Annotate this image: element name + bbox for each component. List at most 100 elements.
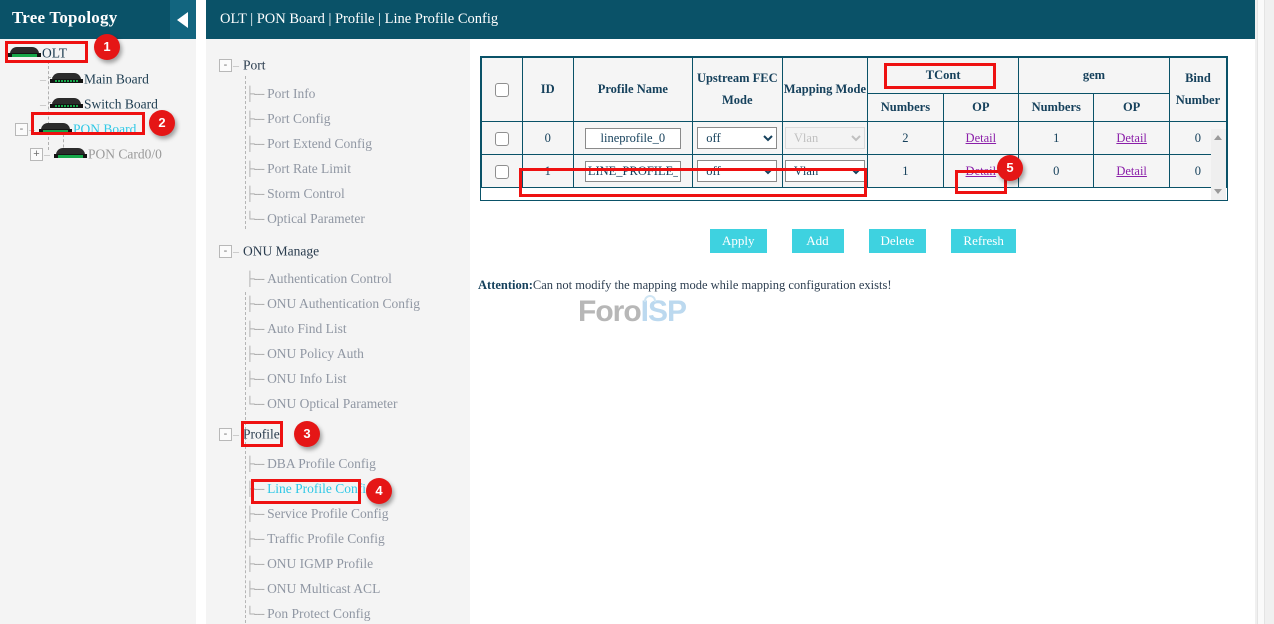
nav-item-service-profile-config[interactable]: ├---Service Profile Config	[245, 506, 389, 522]
watermark-part1: Foro	[578, 295, 641, 328]
col-header-id: ID	[522, 58, 573, 122]
nav-leaf-dashes: ├---	[245, 271, 264, 286]
delete-button[interactable]: Delete	[869, 229, 927, 253]
nav-item-label: DBA Profile Config	[267, 456, 376, 471]
nav-item-port-config[interactable]: ├---Port Config	[245, 111, 330, 127]
nav-group-onu-manage[interactable]: -– ONU Manage	[219, 242, 319, 260]
tree-expander-collapse[interactable]: -	[15, 123, 28, 136]
nav-group-label: Port	[243, 57, 266, 72]
cell-tcont-op[interactable]: Detail	[943, 122, 1018, 155]
refresh-button[interactable]: Refresh	[951, 229, 1015, 253]
row-checkbox[interactable]	[495, 132, 509, 146]
table-vertical-scrollbar[interactable]	[1211, 129, 1226, 200]
nav-item-onu-policy-auth[interactable]: ├---ONU Policy Auth	[245, 346, 364, 362]
row-select-cell[interactable]	[482, 155, 523, 188]
upstream-fec-select[interactable]: off	[697, 160, 777, 182]
tree-node-olt[interactable]: OLT	[8, 44, 67, 66]
tree-node-main-board[interactable]: – Main Board	[40, 70, 149, 92]
line-profile-table-container: ID Profile Name Upstream FEC Mode Mappin…	[480, 56, 1228, 201]
nav-item-label: Pon Protect Config	[267, 606, 371, 621]
nav-item-onu-info-list[interactable]: ├---ONU Info List	[245, 371, 347, 387]
tcont-detail-link[interactable]: Detail	[966, 131, 997, 145]
nav-leaf-dashes: ├---	[245, 581, 264, 596]
nav-leaf-dashes: ├---	[245, 531, 264, 546]
nav-expander[interactable]: -	[219, 245, 232, 258]
tree-expander-expand[interactable]: +	[30, 148, 43, 161]
nav-leaf-dashes: └---	[245, 606, 264, 621]
sidebar-collapse-button[interactable]	[170, 0, 196, 39]
row-checkbox[interactable]	[495, 165, 509, 179]
attention-label: Attention:	[478, 278, 533, 292]
tree-node-pon-card[interactable]: +– PON Card0/0	[30, 145, 162, 167]
add-button[interactable]: Add	[792, 229, 844, 253]
cell-gem-op[interactable]: Detail	[1094, 122, 1169, 155]
cell-mapping-mode: Vlan	[782, 155, 868, 188]
gem-detail-link[interactable]: Detail	[1116, 164, 1147, 178]
tree-node-switch-board[interactable]: – Switch Board	[40, 95, 158, 117]
mapping-mode-select[interactable]: Vlan	[785, 160, 865, 182]
nav-item-label: ONU Multicast ACL	[267, 581, 380, 596]
caret-up-icon[interactable]	[1214, 135, 1222, 140]
cell-tcont-numbers: 2	[868, 122, 943, 155]
gem-detail-link[interactable]: Detail	[1116, 131, 1147, 145]
tree-branch-dash: –	[29, 122, 35, 136]
nav-item-onu-igmp-profile[interactable]: ├---ONU IGMP Profile	[245, 556, 373, 572]
row-select-cell[interactable]	[482, 122, 523, 155]
nav-item-storm-control[interactable]: ├---Storm Control	[245, 186, 345, 202]
nav-item-onu-optical-parameter[interactable]: └---ONU Optical Parameter	[245, 396, 398, 412]
nav-group-port[interactable]: -– Port	[219, 56, 266, 74]
nav-item-port-rate-limit[interactable]: ├---Port Rate Limit	[245, 161, 351, 177]
upstream-fec-select[interactable]: off	[697, 127, 777, 149]
nav-item-label: ONU Policy Auth	[267, 346, 364, 361]
nav-item-traffic-profile-config[interactable]: ├---Traffic Profile Config	[245, 531, 385, 547]
nav-item-label: ONU Optical Parameter	[267, 396, 397, 411]
device-icon	[39, 123, 72, 136]
nav-item-label: Port Config	[267, 111, 330, 126]
col-group-header-gem: gem	[1019, 58, 1170, 94]
nav-item-onu-authentication-config[interactable]: ├---ONU Authentication Config	[245, 296, 420, 312]
nav-group-profile[interactable]: -– Profile	[219, 425, 280, 443]
nav-item-authentication-control[interactable]: ├---Authentication Control	[245, 271, 392, 287]
nav-item-label: Port Info	[267, 86, 315, 101]
table-row: 0 off Vlan	[482, 122, 1227, 155]
page-scrollbar-track[interactable]	[1257, 0, 1265, 624]
nav-item-port-info[interactable]: ├---Port Info	[245, 86, 315, 102]
nav-item-pon-protect-config[interactable]: └---Pon Protect Config	[245, 606, 371, 622]
col-header-gem-numbers: Numbers	[1019, 94, 1094, 122]
nav-expander[interactable]: -	[219, 428, 232, 441]
table-row: 1 off Vlan	[482, 155, 1227, 188]
caret-down-icon[interactable]	[1214, 189, 1222, 194]
nav-branch-dash: –	[233, 244, 239, 258]
nav-item-optical-parameter[interactable]: └---Optical Parameter	[245, 211, 365, 227]
nav-item-dba-profile-config[interactable]: ├---DBA Profile Config	[245, 456, 376, 472]
nav-item-label: Authentication Control	[267, 271, 392, 286]
cell-gem-op[interactable]: Detail	[1094, 155, 1169, 188]
device-icon	[50, 98, 83, 111]
tree-node-label: PON Card0/0	[88, 146, 162, 161]
apply-button[interactable]: Apply	[710, 229, 767, 253]
line-profile-table: ID Profile Name Upstream FEC Mode Mappin…	[481, 57, 1227, 188]
nav-item-label: Storm Control	[267, 186, 345, 201]
table-header-row-1: ID Profile Name Upstream FEC Mode Mappin…	[482, 58, 1227, 94]
nav-menu-panel: -– Port ├---Port Info ├---Port Config ├-…	[206, 39, 470, 624]
profile-name-input[interactable]	[585, 161, 681, 182]
content-body: ID Profile Name Upstream FEC Mode Mappin…	[470, 39, 1255, 624]
tree-node-pon-board[interactable]: -– PON Board	[15, 120, 136, 142]
nav-item-label: Line Profile Config	[267, 481, 373, 496]
nav-item-auto-find-list[interactable]: ├---Auto Find List	[245, 321, 347, 337]
nav-leaf-dashes: ├---	[245, 481, 264, 496]
select-all-checkbox[interactable]	[495, 83, 509, 97]
nav-item-line-profile-config[interactable]: ├---Line Profile Config	[245, 481, 373, 497]
tcont-detail-link[interactable]: Detail	[966, 164, 997, 178]
cell-gem-numbers: 0	[1019, 155, 1094, 188]
nav-expander[interactable]: -	[219, 59, 232, 72]
nav-item-port-extend-config[interactable]: ├---Port Extend Config	[245, 136, 372, 152]
nav-leaf-dashes: ├---	[245, 556, 264, 571]
nav-leaf-dashes: ├---	[245, 186, 264, 201]
nav-item-label: ONU Authentication Config	[267, 296, 420, 311]
profile-name-input[interactable]	[585, 128, 681, 149]
nav-item-onu-multicast-acl[interactable]: ├---ONU Multicast ACL	[245, 581, 380, 597]
cell-profile-name	[573, 122, 692, 155]
nav-group-label: ONU Manage	[243, 243, 319, 258]
select-all-header[interactable]	[482, 58, 523, 122]
